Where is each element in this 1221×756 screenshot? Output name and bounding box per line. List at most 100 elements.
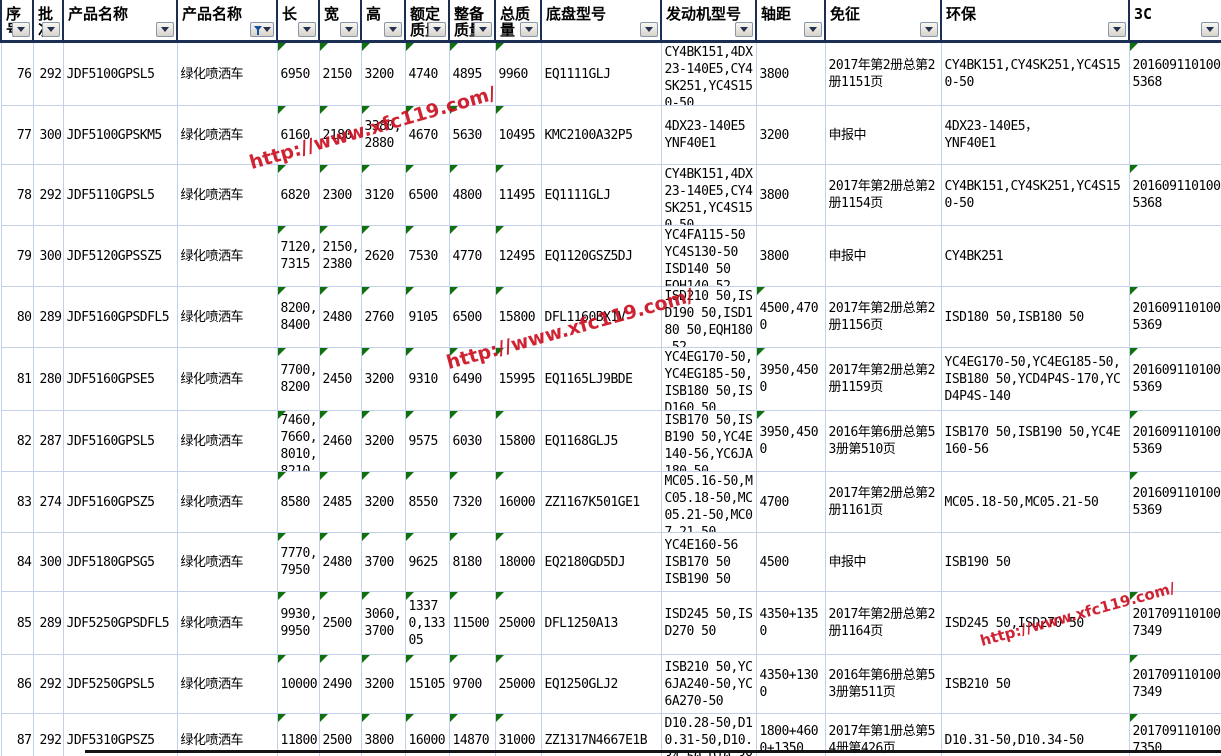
filter-dropdown-button-product-name[interactable] [250, 22, 274, 37]
cell-engine-model[interactable]: ISB170 50,ISB190 50,YC4E140-56,YC6JA180-… [661, 411, 756, 472]
cell-wheelbase[interactable]: 3800 [756, 226, 825, 287]
cell-product-name[interactable]: 绿化喷洒车 [177, 411, 277, 472]
filter-dropdown-button-chassis-model[interactable] [640, 22, 658, 37]
cell-environmental[interactable]: ISB190 50 [941, 533, 1129, 592]
cell-length[interactable]: 7120,7315 [277, 226, 319, 287]
cell-chassis-model[interactable]: KMC2100A32P5 [541, 106, 661, 165]
cell-batch[interactable]: 274 [33, 472, 63, 533]
cell-exemption[interactable]: 2017年第2册总第2册1159页 [825, 348, 941, 411]
cell-environmental[interactable]: ISD180 50,ISB180 50 [941, 287, 1129, 348]
column-header-chassis-model[interactable]: 底盘型号 [541, 0, 661, 42]
cell-length[interactable]: 10000 [277, 655, 319, 714]
cell-rated-mass[interactable]: 9310 [405, 348, 449, 411]
cell-wheelbase[interactable]: 3800 [756, 42, 825, 106]
cell-rated-mass[interactable]: 8550 [405, 472, 449, 533]
cell-rated-mass[interactable]: 7530 [405, 226, 449, 287]
cell-environmental[interactable]: CY4BK251 [941, 226, 1129, 287]
cell-chassis-model[interactable]: EQ1165LJ9BDE [541, 348, 661, 411]
cell-chassis-model[interactable]: DFL1160BX1V [541, 287, 661, 348]
column-header-environmental[interactable]: 环保 [941, 0, 1129, 42]
cell-rated-mass[interactable]: 9105 [405, 287, 449, 348]
cell-total-mass[interactable]: 11495 [495, 165, 541, 226]
cell-exemption[interactable]: 2017年第2册总第2册1154页 [825, 165, 941, 226]
filter-dropdown-button-product-model[interactable] [156, 22, 174, 37]
cell-rated-mass[interactable]: 15105 [405, 655, 449, 714]
cell-height[interactable]: 3200 [361, 472, 405, 533]
cell-chassis-model[interactable]: EQ1250GLJ2 [541, 655, 661, 714]
column-header-width[interactable]: 宽 [319, 0, 361, 42]
cell-curb-mass[interactable]: 11500 [449, 592, 495, 655]
cell-index[interactable]: 86 [1, 655, 33, 714]
column-header-batch[interactable]: 批次 [33, 0, 63, 42]
cell-height[interactable]: 3060,3700 [361, 592, 405, 655]
filter-dropdown-button-3c[interactable] [1201, 22, 1219, 37]
column-header-product-name[interactable]: 产品名称 [177, 0, 277, 42]
cell-batch[interactable]: 300 [33, 106, 63, 165]
cell-product-name[interactable]: 绿化喷洒车 [177, 472, 277, 533]
column-header-exemption[interactable]: 免征 [825, 0, 941, 42]
cell-product-name[interactable]: 绿化喷洒车 [177, 655, 277, 714]
cell-width[interactable]: 2460 [319, 411, 361, 472]
cell-exemption[interactable]: 申报中 [825, 533, 941, 592]
cell-engine-model[interactable]: ISB210 50,YC6JA240-50,YC6A270-50 [661, 655, 756, 714]
cell-index[interactable]: 84 [1, 533, 33, 592]
cell-curb-mass[interactable]: 5630 [449, 106, 495, 165]
cell-curb-mass[interactable]: 9700 [449, 655, 495, 714]
column-header-index[interactable]: 序号 [1, 0, 33, 42]
cell-wheelbase[interactable]: 3800 [756, 165, 825, 226]
cell-product-name[interactable]: 绿化喷洒车 [177, 348, 277, 411]
cell-engine-model[interactable]: MC05.16-50,MC05.18-50,MC05.21-50,MC07.21… [661, 472, 756, 533]
cell-height[interactable]: 3200 [361, 42, 405, 106]
cell-product-name[interactable]: 绿化喷洒车 [177, 592, 277, 655]
cell-total-mass[interactable]: 9960 [495, 42, 541, 106]
cell-3c[interactable]: 2016091101005369 [1129, 348, 1221, 411]
cell-chassis-model[interactable]: EQ1120GSZ5DJ [541, 226, 661, 287]
cell-rated-mass[interactable]: 9625 [405, 533, 449, 592]
cell-batch[interactable]: 289 [33, 287, 63, 348]
column-header-height[interactable]: 高 [361, 0, 405, 42]
cell-rated-mass[interactable]: 6500 [405, 165, 449, 226]
column-header-engine-model[interactable]: 发动机型号 [661, 0, 756, 42]
filter-dropdown-button-total-mass[interactable] [520, 22, 538, 37]
cell-batch[interactable]: 292 [33, 714, 63, 756]
cell-3c[interactable]: 2016091101005368 [1129, 165, 1221, 226]
cell-height[interactable]: 3200 [361, 411, 405, 472]
filter-dropdown-button-rated-mass[interactable] [428, 22, 446, 37]
cell-environmental[interactable]: CY4BK151,CY4SK251,YC4S150-50 [941, 42, 1129, 106]
cell-wheelbase[interactable]: 4500,4700 [756, 287, 825, 348]
cell-curb-mass[interactable]: 6500 [449, 287, 495, 348]
cell-chassis-model[interactable]: EQ1111GLJ [541, 165, 661, 226]
cell-product-name[interactable]: 绿化喷洒车 [177, 533, 277, 592]
cell-width[interactable]: 2500 [319, 592, 361, 655]
cell-product-model[interactable]: JDF5100GPSKM5 [63, 106, 177, 165]
cell-height[interactable]: 3700 [361, 533, 405, 592]
filter-dropdown-button-length[interactable] [298, 22, 316, 37]
cell-wheelbase[interactable]: 3950,4500 [756, 348, 825, 411]
cell-curb-mass[interactable]: 4800 [449, 165, 495, 226]
cell-curb-mass[interactable]: 6030 [449, 411, 495, 472]
cell-exemption[interactable]: 申报中 [825, 226, 941, 287]
cell-product-name[interactable]: 绿化喷洒车 [177, 42, 277, 106]
cell-environmental[interactable]: ISB210 50 [941, 655, 1129, 714]
cell-width[interactable]: 2150,2380 [319, 226, 361, 287]
cell-total-mass[interactable]: 10495 [495, 106, 541, 165]
cell-environmental[interactable]: ISD245 50,ISD270 50 [941, 592, 1129, 655]
cell-height[interactable]: 3380,2880 [361, 106, 405, 165]
cell-product-name[interactable]: 绿化喷洒车 [177, 226, 277, 287]
cell-chassis-model[interactable]: EQ1111GLJ [541, 42, 661, 106]
cell-wheelbase[interactable]: 4700 [756, 472, 825, 533]
cell-product-name[interactable]: 绿化喷洒车 [177, 106, 277, 165]
cell-engine-model[interactable]: YC4E160-56 ISB170 50 ISB190 50 [661, 533, 756, 592]
cell-curb-mass[interactable]: 6490 [449, 348, 495, 411]
cell-index[interactable]: 82 [1, 411, 33, 472]
cell-batch[interactable]: 292 [33, 655, 63, 714]
cell-index[interactable]: 76 [1, 42, 33, 106]
cell-batch[interactable]: 292 [33, 165, 63, 226]
cell-exemption[interactable]: 2016年第6册总第53册第511页 [825, 655, 941, 714]
cell-environmental[interactable]: CY4BK151,CY4SK251,YC4S150-50 [941, 165, 1129, 226]
cell-width[interactable]: 2300 [319, 165, 361, 226]
cell-engine-model[interactable]: CY4BK151,4DX23-140E5,CY4SK251,YC4S150-50 [661, 42, 756, 106]
cell-exemption[interactable]: 2017年第2册总第2册1164页 [825, 592, 941, 655]
cell-engine-model[interactable]: YC4FA115-50 YC4S130-50 ISD140 50 EQH140-… [661, 226, 756, 287]
cell-3c[interactable]: 2017091101007349 [1129, 592, 1221, 655]
